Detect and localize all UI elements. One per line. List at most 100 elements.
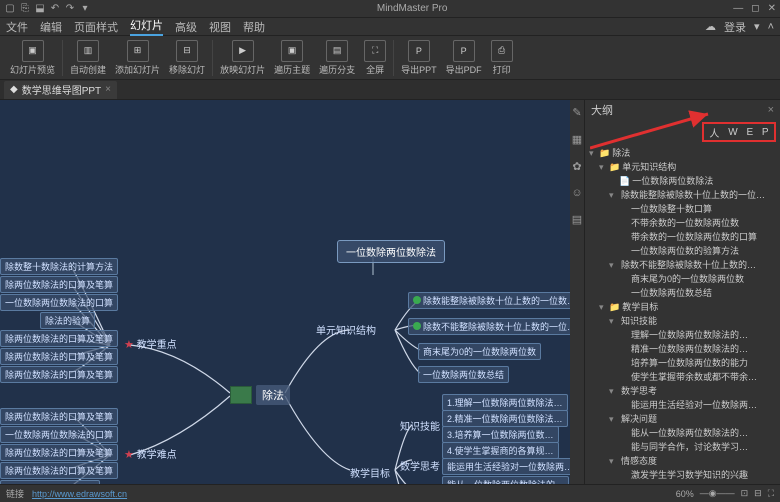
menu-edit[interactable]: 编辑 [40,19,62,35]
outline-close-icon[interactable]: × [768,104,774,116]
mindmap-center-node[interactable]: 除法 [230,385,290,405]
subgroup-label[interactable]: 数学思考 [400,458,440,473]
outline-tree[interactable]: ▾📁除法▾📁单元知识结构 📄一位数除两位数除法▾除数能整除被除数十位上数的一位…… [585,144,780,484]
close-icon[interactable]: ✕ [768,3,776,14]
mindmap-node[interactable]: 2.精准一位数除两位数除法… [442,410,568,427]
outline-tool-word[interactable]: W [728,127,737,138]
mindmap-node[interactable]: 除法的验算 [40,312,95,329]
mindmap-node[interactable]: 4.使学生掌握商的各算规… [442,442,559,459]
outline-row[interactable]: ▾数学思考 [589,384,776,398]
mindmap-node[interactable]: 一位数除两位数除法的口算 [0,426,118,443]
sidebar-outline-icon[interactable]: ▤ [572,213,582,226]
mindmap-node[interactable]: 除两位数除法的口算及笔算 [0,330,118,347]
cloud-icon[interactable]: ☁ [705,20,716,33]
outline-row[interactable]: 能与同学合作，讨论数学习… [589,440,776,454]
status-url-link[interactable]: http://www.edrawsoft.cn [32,489,127,499]
outline-row[interactable]: 使学生掌握带余数或都不带余… [589,370,776,384]
fullscreen-icon[interactable]: ⛶ [768,488,774,499]
branch-teaching-difficulty[interactable]: ★ 教学难点 [124,446,177,461]
mindmap-node[interactable]: 能运用生活经验对一位数除两… [442,458,570,475]
fit-page-icon[interactable]: ⊡ [741,488,749,499]
zoom-slider[interactable]: —◉—— [700,488,735,499]
ribbon-play-slide[interactable]: ▶放映幻灯片 [216,38,269,78]
doc-close-icon[interactable]: × [105,84,111,95]
sidebar-layout-icon[interactable]: ▦ [572,133,582,146]
outline-row[interactable]: ▾📁教学目标 [589,300,776,314]
qat-undo-icon[interactable]: ↶ [49,3,61,15]
ribbon-slide-preview[interactable]: ▣幻灯片预览 [6,38,59,78]
outline-row[interactable]: 能运用生活经验对一位数除两… [589,398,776,412]
ribbon-export-pdf[interactable]: P导出PDF [442,38,486,78]
mindmap-node[interactable]: 除两位数除法的口算及笔算 [0,408,118,425]
outline-row[interactable]: 精准一位数除两位数除法的… [589,342,776,356]
outline-row[interactable]: 培养学生学习数学知识的能力 [589,482,776,484]
mindmap-node[interactable]: 商末尾为0的一位数除两位数 [418,343,541,360]
outline-row[interactable]: 激发学生学习数学知识的兴趣 [589,468,776,482]
mindmap-node[interactable]: 除数能整除被除数十位上数的一位数… [408,292,570,309]
outline-row[interactable]: 不带余数的一位数除两位数 [589,216,776,230]
mindmap-callout[interactable]: 一位数除两位数除法 [337,240,445,263]
subgroup-label[interactable]: 解决问题 [400,482,440,484]
mindmap-node[interactable]: 一位数除两位数总结 [418,366,509,383]
minimize-icon[interactable]: — [733,3,743,14]
outline-row[interactable]: ▾解决问题 [589,412,776,426]
fit-width-icon[interactable]: ⊟ [754,488,762,499]
qat-open-icon[interactable]: ⎘ [19,3,31,15]
sidebar-clipart-icon[interactable]: ✿ [572,160,581,173]
ribbon-auto-create[interactable]: ▥自动创建 [66,38,110,78]
outline-tool-ppt[interactable]: P [762,127,769,138]
collapse-ribbon-icon[interactable]: ˄ [768,21,774,33]
branch-unit-structure[interactable]: 单元知识结构 [316,322,376,337]
ribbon-print[interactable]: ⎙打印 [487,38,517,78]
menu-help[interactable]: 帮助 [243,19,265,35]
mindmap-node[interactable]: 除两位数除法的口算及笔算 [0,366,118,383]
mindmap-node[interactable]: 能从一位数除两位数除法的… [442,476,569,484]
mindmap-node[interactable]: 除数除法的口算及笔算 [0,480,100,484]
mindmap-node[interactable]: 除数整十数除法的计算方法 [0,258,118,275]
qat-save-icon[interactable]: ⬓ [34,3,46,15]
chevron-down-icon[interactable]: ▾ [754,20,760,33]
ribbon-add-slide[interactable]: ⊞添加幻灯片 [111,38,164,78]
document-tab[interactable]: ◆ 数学思维导图PPT × [4,81,117,99]
qat-dropdown-icon[interactable]: ▾ [79,3,91,15]
qat-new-icon[interactable]: ▢ [4,3,16,15]
mindmap-node[interactable]: 3.培养算一位数除两位数… [442,426,559,443]
outline-row[interactable]: 一位数除两位数总结 [589,286,776,300]
outline-tool-person[interactable]: 人 [709,125,719,140]
outline-row[interactable]: 理解一位数除两位数除法的… [589,328,776,342]
mindmap-node[interactable]: 除两位数除法的口算及笔算 [0,444,118,461]
outline-row[interactable]: ▾除数不能整除被除数十位上数的… [589,258,776,272]
outline-row[interactable]: 商末尾为0的一位数除两位数 [589,272,776,286]
outline-row[interactable]: 一位数除整十数口算 [589,202,776,216]
outline-row[interactable]: ▾除数能整除被除数十位上数的一位… [589,188,776,202]
outline-row[interactable]: 📄一位数除两位数除法 [589,174,776,188]
menu-pagestyle[interactable]: 页面样式 [74,19,118,35]
sidebar-icons-icon[interactable]: ☺ [571,187,582,199]
outline-row[interactable]: ▾📁除法 [589,146,776,160]
ribbon-remove-slide[interactable]: ⊟移除幻灯 [165,38,209,78]
outline-row[interactable]: ▾📁单元知识结构 [589,160,776,174]
ribbon-fullscreen[interactable]: ⛶全屏 [360,38,390,78]
login-button[interactable]: 登录 [724,19,746,35]
status-zoom[interactable]: 60% [676,489,694,499]
mindmap-node[interactable]: 一位数除两位数除法的口算 [0,294,118,311]
branch-teaching-goal[interactable]: 教学目标 [350,465,390,480]
outline-row[interactable]: 带余数的一位数除两位数的口算 [589,230,776,244]
qat-redo-icon[interactable]: ↷ [64,3,76,15]
mindmap-node[interactable]: 1.理解一位数除两位数除法… [442,394,568,411]
maximize-icon[interactable]: ◻ [751,3,759,14]
ribbon-browse-theme[interactable]: ▣遍历主题 [270,38,314,78]
outline-row[interactable]: ▾知识技能 [589,314,776,328]
menu-view[interactable]: 视图 [209,19,231,35]
ribbon-export-ppt[interactable]: P导出PPT [397,38,441,78]
sidebar-style-icon[interactable]: ✎ [572,106,581,119]
mindmap-node[interactable]: 除两位数除法的口算及笔算 [0,462,118,479]
outline-row[interactable]: 能从一位数除两位数除法的… [589,426,776,440]
outline-row[interactable]: 培养算一位数除两位数的能力 [589,356,776,370]
outline-row[interactable]: ▾情感态度 [589,454,776,468]
mindmap-node[interactable]: 除两位数除法的口算及笔算 [0,348,118,365]
mindmap-node[interactable]: 除数不能整除被除数十位上数的一位… [408,318,570,335]
menu-advanced[interactable]: 高级 [175,19,197,35]
subgroup-label[interactable]: 知识技能 [400,418,440,433]
menu-file[interactable]: 文件 [6,19,28,35]
